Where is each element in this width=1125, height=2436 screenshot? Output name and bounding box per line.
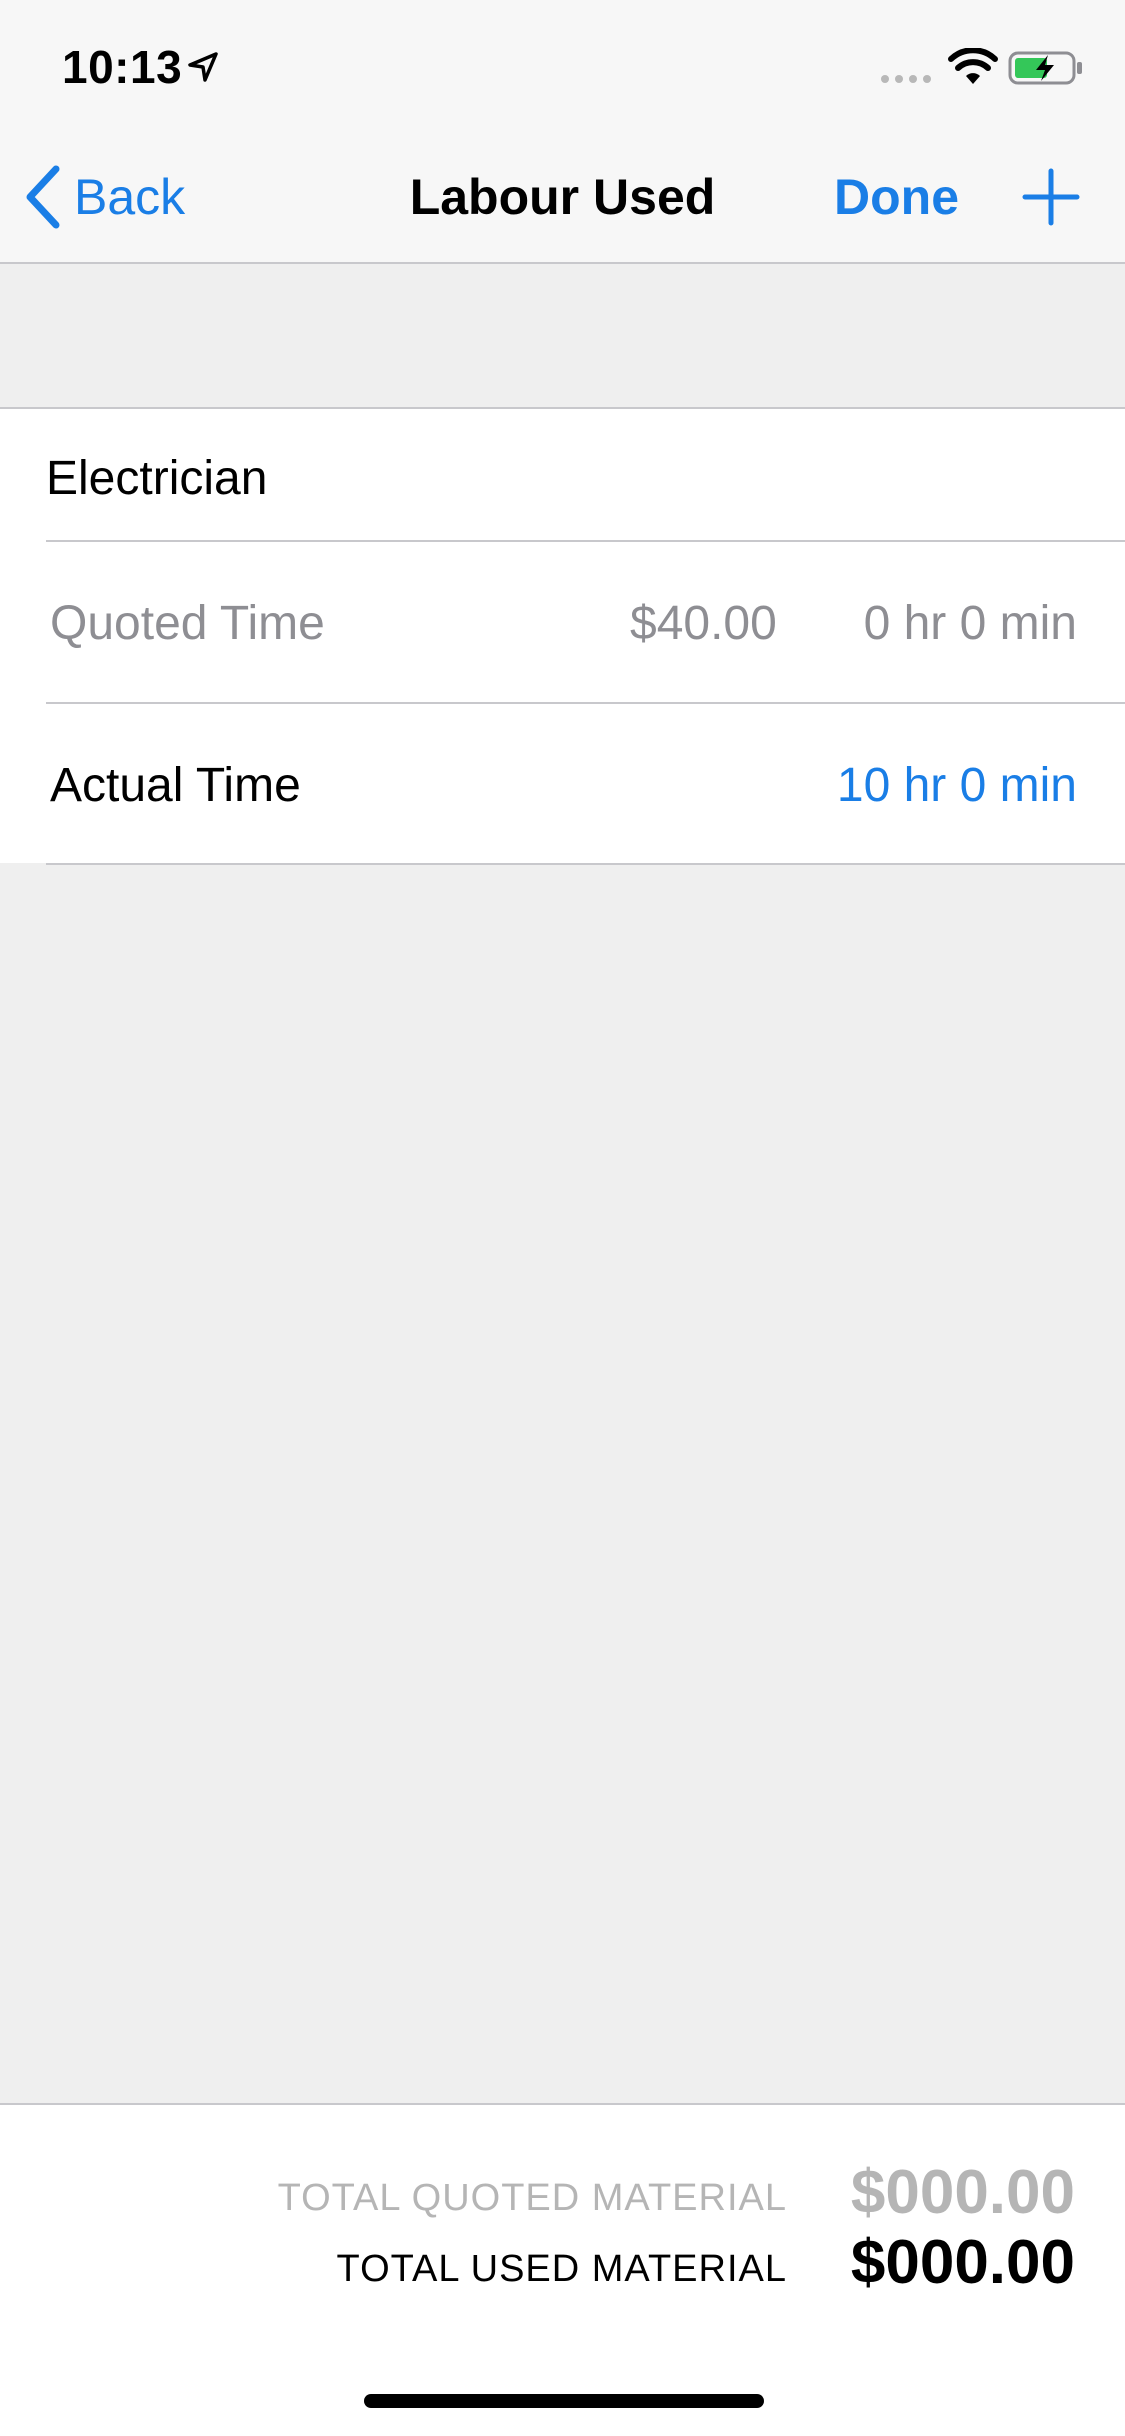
totals-footer: TOTAL QUOTED MATERIAL $000.00 TOTAL USED… [0,2103,1125,2436]
cellular-signal-icon [881,75,931,83]
separator [46,863,1125,865]
section-header-spacer [0,264,1125,408]
status-time: 10:13 [62,41,183,93]
wifi-icon [948,48,998,84]
status-bar: 10:13 [0,0,1125,132]
home-indicator[interactable] [364,2394,764,2408]
done-button[interactable]: Done [834,168,959,226]
labour-name: Electrician [46,452,268,505]
battery-charging-icon [1008,51,1082,85]
labour-name-cell[interactable]: Electrician [0,409,1125,541]
total-used-label: TOTAL USED MATERIAL [336,2248,787,2290]
quoted-time-label: Quoted Time [50,597,325,650]
navigation-bar: Back Labour Used Done [0,132,1125,264]
labour-table: Electrician Quoted Time $40.00 0 hr 0 mi… [0,407,1125,865]
location-arrow-icon [188,52,218,82]
quoted-time-row: Quoted Time $40.00 0 hr 0 min [0,542,1125,702]
actual-time-row[interactable]: Actual Time 10 hr 0 min [0,704,1125,863]
total-used-amount: $000.00 [850,2228,1075,2297]
total-quoted-label: TOTAL QUOTED MATERIAL [277,2177,787,2219]
quoted-price: $40.00 [630,597,777,650]
quoted-duration: 0 hr 0 min [863,597,1077,650]
total-quoted-amount: $000.00 [850,2158,1075,2227]
add-button[interactable] [1022,168,1080,226]
actual-duration[interactable]: 10 hr 0 min [837,758,1077,813]
actual-time-label: Actual Time [50,759,301,812]
